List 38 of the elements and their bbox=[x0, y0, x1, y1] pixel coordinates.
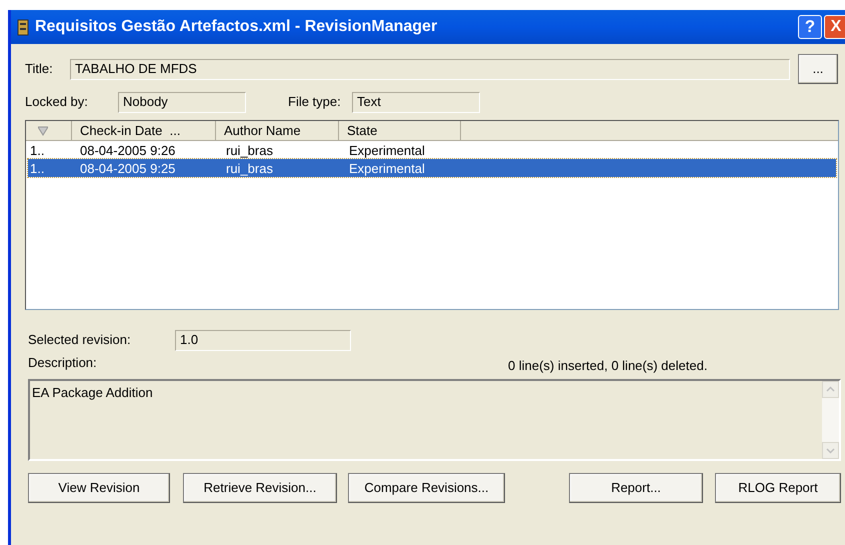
selected-revision-label: Selected revision: bbox=[28, 331, 132, 350]
selected-revision-field: 1.0 bbox=[175, 330, 351, 350]
action-button[interactable]: RLOG Report bbox=[715, 473, 841, 503]
action-button[interactable]: Retrieve Revision... bbox=[183, 473, 337, 503]
table-cell-text: rui_bras bbox=[225, 142, 274, 159]
table-cell-text: 08-04-2005 9:26 bbox=[79, 142, 176, 159]
locked-by-field: Nobody bbox=[118, 92, 246, 112]
column-header[interactable]: Check-in Date ... bbox=[72, 121, 216, 140]
table-row[interactable]: 1.. 08-04-2005 9:25 rui_bras Experimental bbox=[28, 159, 836, 177]
column-header[interactable]: Author Name bbox=[216, 121, 339, 140]
change-summary: 0 line(s) inserted, 0 line(s) deleted. bbox=[508, 356, 708, 375]
table-cell-text: 1.. bbox=[29, 142, 46, 159]
filter-icon bbox=[38, 126, 48, 136]
scrollbar[interactable] bbox=[822, 381, 839, 459]
scroll-up-icon[interactable] bbox=[822, 381, 839, 398]
action-button[interactable]: Compare Revisions... bbox=[348, 473, 505, 503]
table-cell-text: 1.. bbox=[29, 160, 46, 177]
file-type-label: File type: bbox=[288, 93, 342, 112]
action-button[interactable]: Report... bbox=[569, 473, 703, 503]
column-header[interactable]: State bbox=[339, 121, 461, 140]
window-title: Requisitos Gestão Artefactos.xml - RevisionManager bbox=[35, 17, 438, 37]
table-cell-text: rui_bras bbox=[225, 160, 274, 177]
table-cell-text: 08-04-2005 9:25 bbox=[79, 160, 176, 177]
help-button[interactable]: ? bbox=[798, 15, 822, 39]
locked-by-label: Locked by: bbox=[25, 93, 89, 112]
browse-button[interactable]: ... bbox=[798, 54, 838, 84]
close-button[interactable]: X bbox=[824, 15, 845, 39]
file-type-field: Text bbox=[352, 92, 480, 112]
table-cell-text: Experimental bbox=[348, 142, 426, 159]
title-label: Title: bbox=[25, 60, 54, 78]
title-field[interactable]: TABALHO DE MFDS bbox=[70, 58, 790, 80]
description-field[interactable]: EA Package Addition bbox=[28, 379, 841, 461]
action-button[interactable]: View Revision bbox=[28, 473, 170, 503]
scroll-down-icon[interactable] bbox=[822, 442, 839, 459]
table-cell-text: Experimental bbox=[348, 160, 426, 177]
table-row[interactable]: 1.. 08-04-2005 9:26 rui_bras Experimental bbox=[28, 141, 836, 159]
file-icon bbox=[17, 18, 29, 36]
description-label: Description: bbox=[28, 354, 98, 372]
